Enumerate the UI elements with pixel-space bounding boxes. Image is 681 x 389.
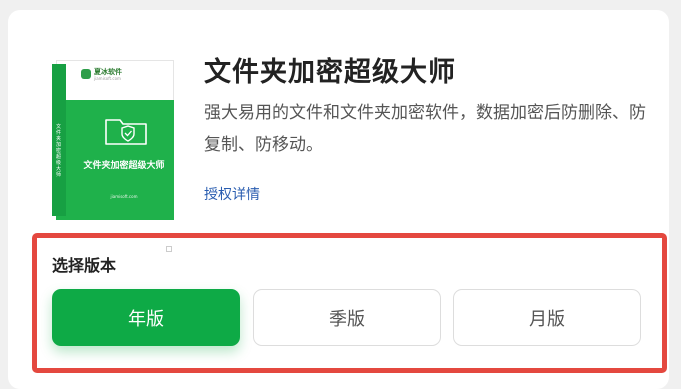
version-select-label: 选择版本 bbox=[52, 256, 117, 275]
box-domain: jiamisoft.com bbox=[110, 194, 138, 199]
version-option-year[interactable]: 年版 bbox=[52, 289, 240, 346]
version-select-panel: 选择版本 年版 季版 月版 bbox=[32, 233, 667, 373]
box-front-face: 文件夹加密超级大师 jiamisoft.com bbox=[56, 100, 174, 252]
product-title: 文件夹加密超级大师 bbox=[204, 57, 456, 88]
shield-folder-icon bbox=[105, 119, 147, 145]
box-product-name: 文件夹加密超级大师 bbox=[83, 161, 165, 171]
brand-logo-icon bbox=[81, 69, 91, 79]
product-description: 强大易用的文件和文件夹加密软件，数据加密后防删除、防复制、防移动。 bbox=[204, 103, 646, 155]
box-side-face: 文件夹加密超级大师 bbox=[52, 64, 66, 216]
page: 夏冰软件 jiamisoft.com 文件夹加密超级大师 jiamisoft.c… bbox=[0, 0, 681, 389]
version-option-season[interactable]: 季版 bbox=[253, 289, 441, 346]
box-side-text: 文件夹加密超级大师 bbox=[56, 124, 62, 178]
license-details-link[interactable]: 授权详情 bbox=[204, 184, 260, 204]
product-card: 夏冰软件 jiamisoft.com 文件夹加密超级大师 jiamisoft.c… bbox=[8, 10, 669, 389]
version-option-month[interactable]: 月版 bbox=[453, 289, 641, 346]
product-box-image: 夏冰软件 jiamisoft.com 文件夹加密超级大师 jiamisoft.c… bbox=[52, 60, 175, 252]
box-top-face: 夏冰软件 jiamisoft.com bbox=[56, 60, 174, 100]
box-brand-url: jiamisoft.com bbox=[94, 76, 121, 81]
